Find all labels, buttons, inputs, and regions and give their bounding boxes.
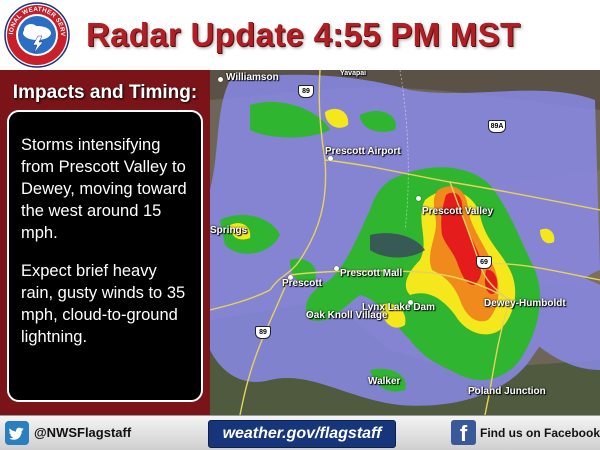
facebook-link[interactable]: Find us on Facebook [480,426,600,440]
prescott-mall-marker [334,266,339,271]
nws-logo-icon: NATIONAL WEATHER SERVICE [4,2,70,68]
panel-text-box: Storms intensifying from Prescott Valley… [7,110,203,402]
place-prescott-valley: Prescott Valley [422,206,494,217]
impact-paragraph-1: Storms intensifying from Prescott Valley… [21,136,187,242]
facebook-letter: f [459,421,468,446]
williamson-marker [218,77,223,82]
impacts-panel: Impacts and Timing: Storms intensifying … [0,70,210,415]
place-springs: Springs [210,225,248,236]
radar-update-graphic: NATIONAL WEATHER SERVICE Radar Update 4:… [0,0,600,450]
twitter-handle-link[interactable]: @NWSFlagstaff [34,425,131,440]
twitter-bird-icon[interactable] [5,421,29,445]
facebook-icon[interactable]: f [451,420,476,446]
place-yavapai: Yavapai [340,70,367,77]
page-title: Radar Update 4:55 PM MST [86,16,521,53]
place-poland-junction: Poland Junction [468,386,546,397]
place-dewey-humboldt: Dewey-Humboldt [484,298,566,309]
place-williamson: Williamson [226,72,279,83]
place-prescott: Prescott [282,278,323,289]
radar-overlay [210,70,600,415]
radar-map: Williamson Yavapai 89 89A Prescott Airpo… [210,70,600,415]
header: NATIONAL WEATHER SERVICE Radar Update 4:… [0,0,600,70]
place-oak-knoll-village: Oak Knoll Village [306,310,388,321]
route-89a-shield: 89A [488,120,506,133]
place-walker: Walker [368,376,401,387]
panel-heading: Impacts and Timing: [12,82,198,103]
route-89-north-shield: 89 [298,85,314,98]
website-link[interactable]: weather.gov/flagstaff [208,420,396,448]
route-69-shield: 69 [476,256,492,269]
footer: @NWSFlagstaff weather.gov/flagstaff f Fi… [0,415,600,450]
route-89-south-shield: 89 [255,326,271,339]
prescott-valley-marker [416,196,421,201]
place-prescott-mall: Prescott Mall [340,268,403,279]
impact-paragraph-2: Expect brief heavy rain, gusty winds to … [21,262,186,346]
place-prescott-airport: Prescott Airport [325,146,401,157]
website-text: weather.gov/flagstaff [222,425,382,442]
